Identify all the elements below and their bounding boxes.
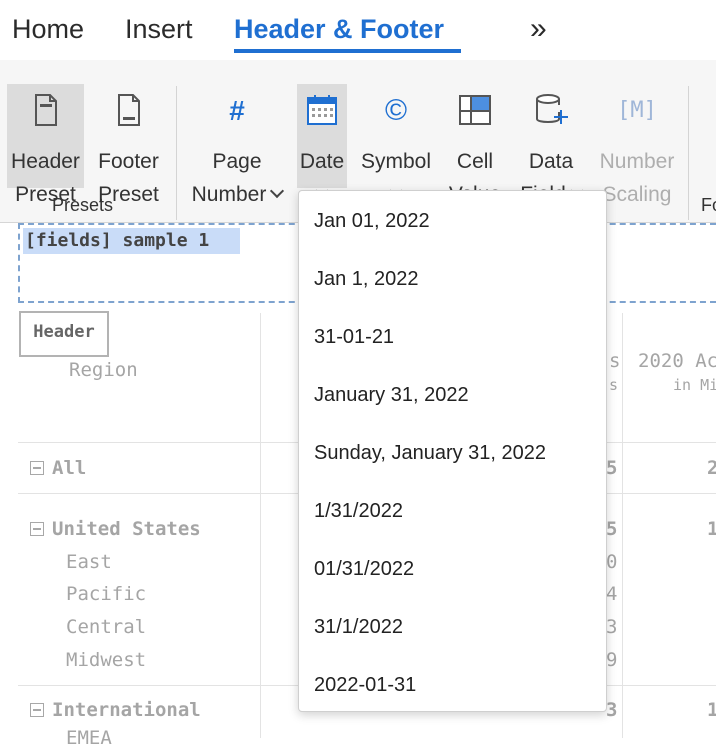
- date-option[interactable]: Jan 1, 2022: [299, 250, 606, 308]
- tab-home[interactable]: Home: [12, 14, 84, 45]
- collapse-icon[interactable]: [30, 461, 44, 475]
- footer-preset-button[interactable]: Footer Preset: [90, 84, 167, 206]
- active-tab-indicator: [234, 49, 461, 53]
- data-field-button[interactable]: Data Field: [513, 84, 589, 206]
- row-label-united-states[interactable]: United States: [30, 518, 201, 540]
- date-option[interactable]: 31-01-21: [299, 308, 606, 366]
- row-label-central: Central: [66, 616, 147, 638]
- column-subheader-2020: in Mi: [673, 376, 716, 394]
- cell-value-button[interactable]: Cell Value: [444, 84, 506, 206]
- number-scaling-icon: [M]: [617, 97, 657, 123]
- cell-value-icon: [444, 90, 506, 130]
- date-option[interactable]: 2022-01-31: [299, 656, 606, 714]
- date-option[interactable]: Jan 01, 2022: [299, 192, 606, 250]
- column-header-2020: 2020 Ac: [638, 350, 716, 372]
- row-label-international[interactable]: International: [30, 699, 201, 721]
- number-scaling-button[interactable]: [M] Number Scaling: [595, 84, 679, 207]
- column-header-partial: s: [609, 350, 621, 372]
- row-label-all[interactable]: All: [30, 457, 86, 479]
- footer-preset-icon: [90, 90, 167, 130]
- date-option[interactable]: January 31, 2022: [299, 366, 606, 424]
- row-label-midwest: Midwest: [66, 649, 147, 671]
- date-option[interactable]: Sunday, January 31, 2022: [299, 424, 606, 482]
- date-option[interactable]: 31/1/2022: [299, 598, 606, 656]
- date-button[interactable]: Date: [297, 84, 347, 199]
- page-number-button[interactable]: # Page Number: [186, 84, 288, 206]
- tab-header-footer[interactable]: Header & Footer: [234, 14, 444, 45]
- ribbon-tabs: Home Insert Header & Footer »: [0, 0, 716, 60]
- symbol-button[interactable]: © Symbol: [356, 84, 436, 199]
- date-option[interactable]: 1/31/2022: [299, 482, 606, 540]
- hash-icon: #: [229, 94, 245, 126]
- header-field-text[interactable]: [fields] sample 1: [23, 228, 240, 254]
- copyright-icon: ©: [384, 93, 408, 127]
- column-subheader-partial: s: [609, 376, 619, 394]
- tab-insert[interactable]: Insert: [125, 14, 193, 45]
- tabs-overflow-button[interactable]: »: [530, 12, 547, 46]
- row-label-east: East: [66, 551, 112, 573]
- database-add-icon: [513, 90, 589, 130]
- calendar-icon: [297, 90, 347, 130]
- header-preset-icon: [7, 90, 84, 130]
- next-group-label: Fo: [701, 195, 716, 215]
- collapse-icon[interactable]: [30, 703, 44, 717]
- presets-group-label: Presets: [52, 195, 114, 215]
- row-label-pacific: Pacific: [66, 583, 147, 605]
- header-preset-button[interactable]: Header Preset: [7, 84, 84, 206]
- date-format-dropdown: Jan 01, 2022 Jan 1, 2022 31-01-21 Januar…: [298, 190, 607, 712]
- ribbon-separator: [176, 86, 177, 220]
- chevron-down-icon: [270, 183, 285, 199]
- date-option[interactable]: 01/31/2022: [299, 540, 606, 598]
- row-label-emea: EMEA: [66, 727, 112, 749]
- collapse-icon[interactable]: [30, 522, 44, 536]
- header-section-tag: Header: [19, 311, 109, 357]
- ribbon-separator: [688, 86, 689, 220]
- region-column-header: Region: [69, 359, 138, 381]
